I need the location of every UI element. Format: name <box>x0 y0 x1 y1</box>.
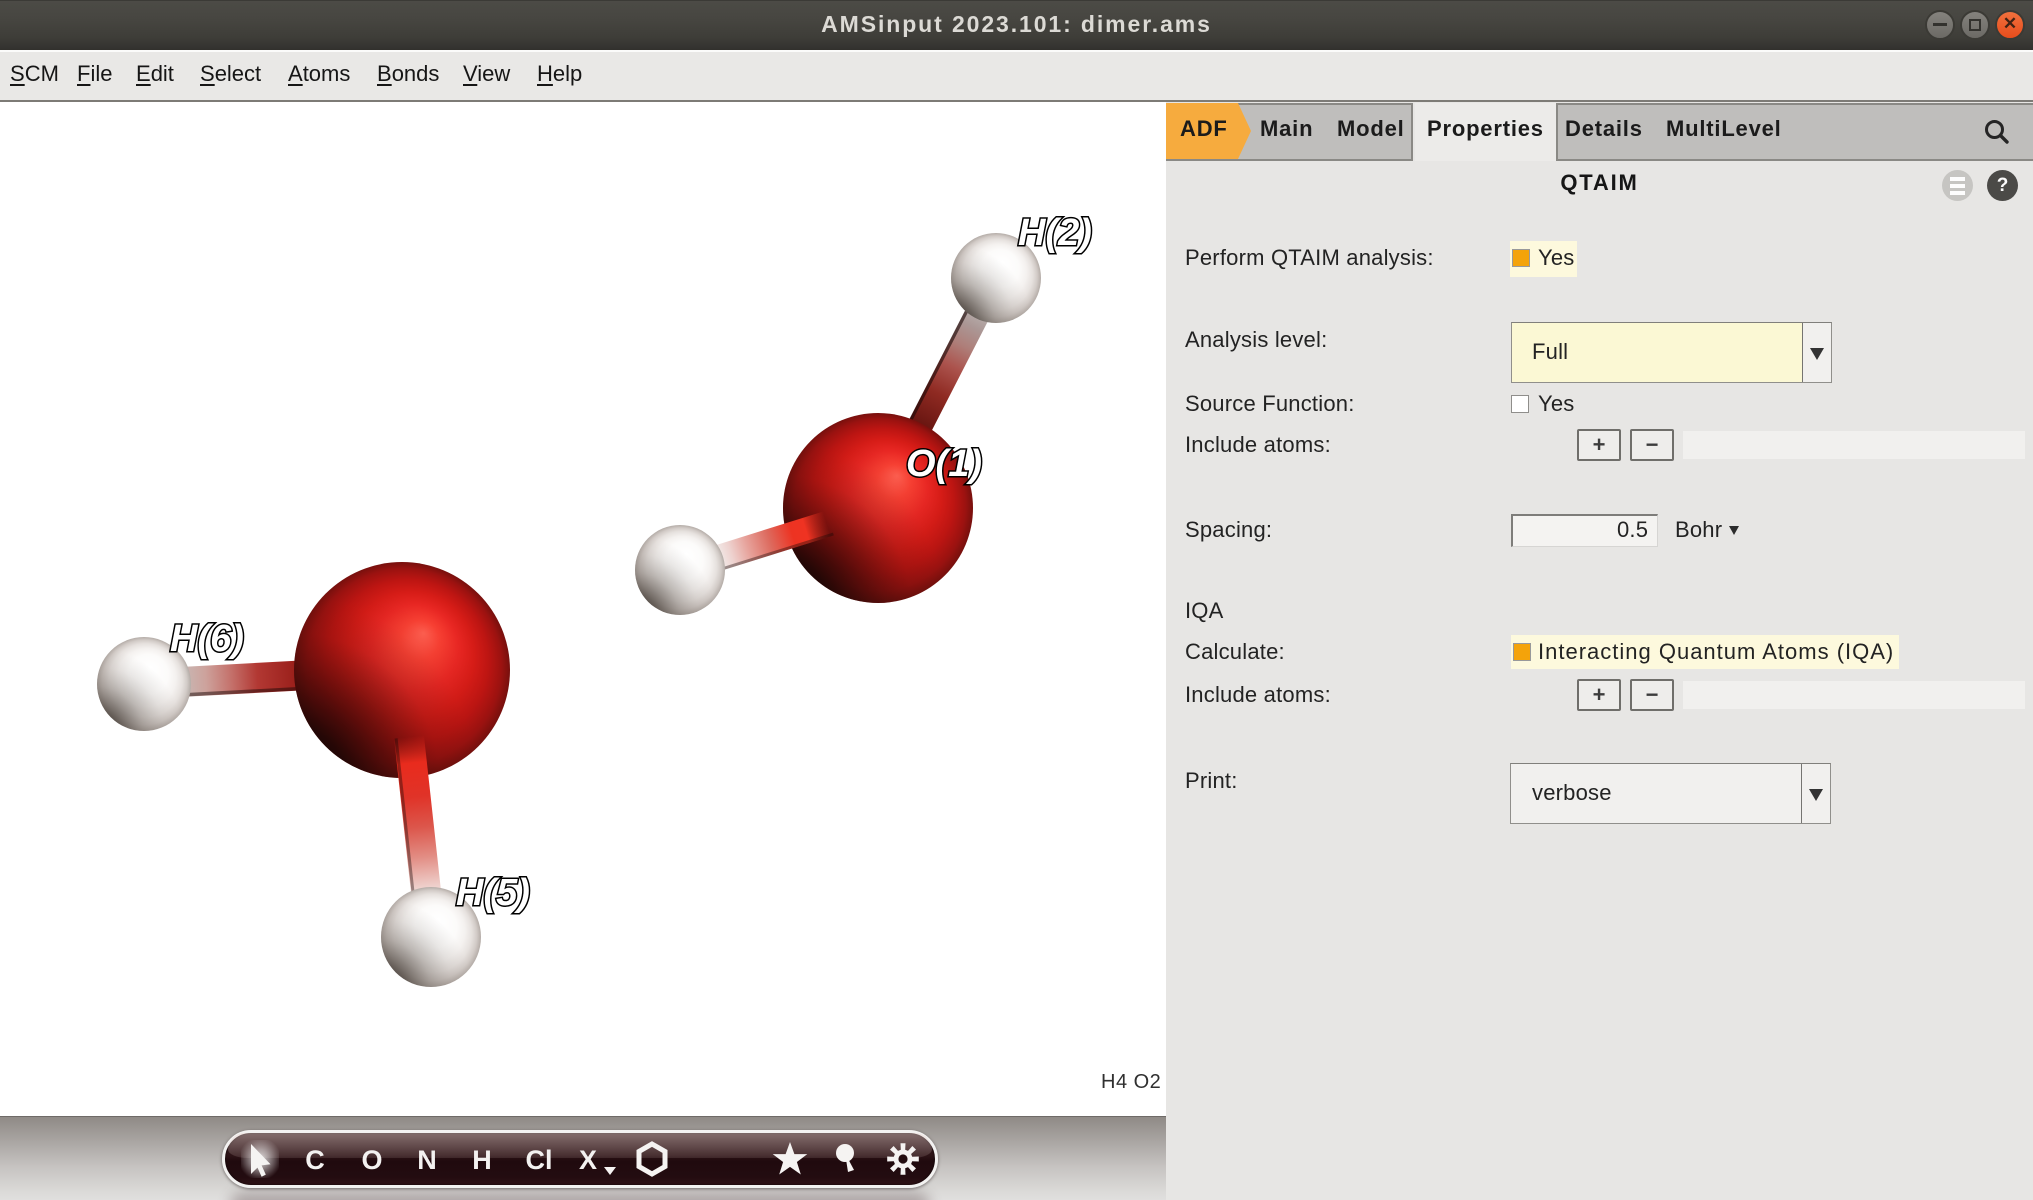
svg-text:O: O <box>361 1145 382 1175</box>
svg-text:H(2): H(2) <box>1018 212 1092 254</box>
svg-text:N: N <box>417 1145 437 1175</box>
svg-text:X: X <box>579 1145 597 1175</box>
svg-text:C: C <box>305 1145 325 1175</box>
svg-text:H(5): H(5) <box>456 872 530 914</box>
svg-text:H: H <box>472 1145 492 1175</box>
svg-text:Cl: Cl <box>526 1145 553 1175</box>
svg-text:O(1): O(1) <box>906 443 982 485</box>
svg-text:H(6): H(6) <box>170 618 244 660</box>
